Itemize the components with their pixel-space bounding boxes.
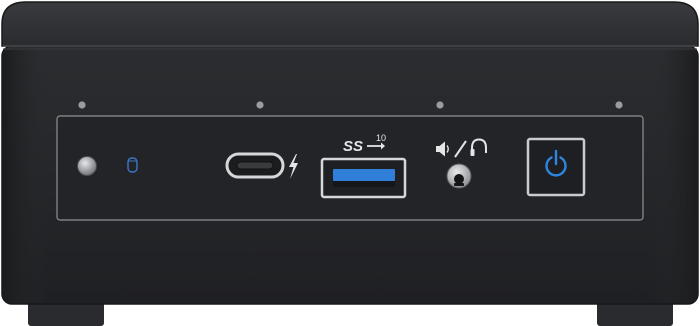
audio-jack[interactable] xyxy=(446,163,472,189)
power-button[interactable] xyxy=(526,137,586,197)
chassis-dot xyxy=(256,101,264,109)
usb-ss-label: SS xyxy=(343,138,363,155)
usb-speed-label: 10 xyxy=(376,133,386,143)
usb-c-port[interactable] xyxy=(225,152,285,179)
infrared-sensor-icon xyxy=(77,156,97,176)
chassis-dot xyxy=(615,101,623,109)
chassis-left-shade xyxy=(2,48,48,302)
usb-a-port[interactable] xyxy=(320,157,407,199)
chassis-dot xyxy=(436,101,444,109)
mini-pc-front-view: SS 10 xyxy=(1,1,699,326)
chassis-right-shade xyxy=(652,48,698,302)
lid xyxy=(1,1,699,47)
chassis-dot xyxy=(78,101,86,109)
